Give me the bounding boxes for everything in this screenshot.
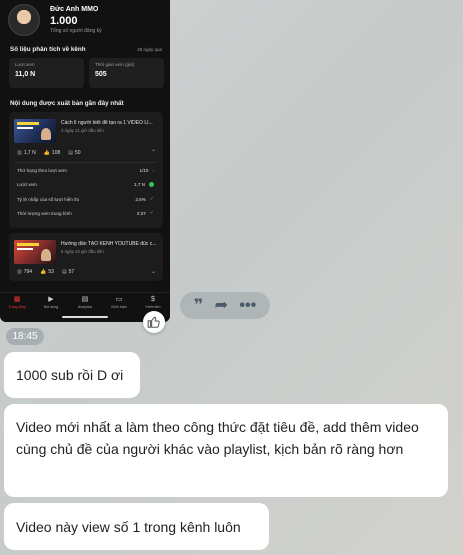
subscriber-count: 1.000 (50, 15, 78, 27)
message-timestamp: 18:45 (6, 328, 44, 345)
channel-avatar (8, 4, 40, 36)
video-stats: ▥ 794 👍 53 ▤ 57 (17, 269, 82, 275)
reaction-like-button[interactable] (143, 311, 165, 333)
forward-icon[interactable]: ➦ (215, 297, 228, 314)
nav-content[interactable]: ▶ Nội dung (35, 293, 68, 314)
views-icon: ▥ (17, 150, 22, 156)
status-dot-icon (149, 182, 154, 187)
dashboard-icon: ▦ (13, 296, 21, 303)
message-actions: ❞ ➦ ••• (180, 292, 270, 319)
thumbs-up-icon: 👍 (40, 269, 47, 275)
video-comments: 57 (68, 269, 75, 275)
metric-views: Lượt xem 1,7 N (17, 182, 154, 187)
analytics-period: 28 ngày qua (137, 47, 162, 52)
chevron-down-icon[interactable]: ⌄ (151, 268, 156, 275)
video-title: Cách lì người biết để tạo ra 1 VIDEO LI.… (61, 120, 153, 126)
metric-avg-duration: Thời lượng xem trung bình 2:37 ✓ (17, 210, 154, 216)
metric-ctr: Tỷ lệ nhấp của số lượt hiển thị 2,6% ✓ (17, 196, 154, 202)
channel-header: Đức Anh MMO 1.000 Tổng số người đăng ký (8, 4, 102, 36)
subscriber-label: Tổng số người đăng ký (50, 28, 102, 34)
watchtime-label: Thời gian xem (giờ) (95, 62, 135, 67)
views-icon: ▥ (17, 269, 22, 275)
video-card-1[interactable]: Cách lì người biết để tạo ra 1 VIDEO LI.… (9, 112, 163, 228)
video-thumbnail (14, 240, 56, 264)
shared-screenshot[interactable]: Đức Anh MMO 1.000 Tổng số người đăng ký … (0, 0, 170, 322)
watchtime-value: 505 (95, 71, 107, 78)
recent-content-title: Nội dung được xuất bản gần đây nhất (10, 100, 124, 107)
video-views: 794 (23, 269, 33, 275)
thumbs-up-icon (147, 316, 160, 328)
chevron-up-icon[interactable]: ⌃ (151, 149, 156, 156)
more-icon[interactable]: ••• (239, 297, 256, 314)
chat-message-1[interactable]: 1000 sub rồi D ơi (4, 352, 140, 398)
video-title: Hướng dẫn TẠO KÊNH YOUTUBE đúc c... (61, 241, 157, 247)
monetization-icon: $ (151, 296, 155, 303)
chat-message-2[interactable]: Video mới nhất a làm theo công thức đặt … (4, 404, 448, 497)
video-thumbnail (14, 119, 56, 143)
views-value: 11,0 N (15, 71, 36, 78)
nav-dashboard[interactable]: ▦ Trang tổng (1, 293, 34, 314)
check-icon: ✓ (149, 210, 154, 216)
nav-analytics[interactable]: ▤ Analytics (69, 293, 102, 314)
chevron-right-icon: › (152, 168, 154, 173)
comment-icon: ▤ (68, 150, 73, 156)
metric-rank[interactable]: Thứ hạng theo lượt xem 1/10 › (17, 168, 154, 173)
video-date: 6 ngày 22 giờ đầu tiên (61, 249, 104, 254)
views-card: Lượt xem 11,0 N (9, 58, 84, 88)
content-icon: ▶ (48, 296, 54, 303)
nav-comments[interactable]: ▭ Bình luận (103, 293, 136, 314)
thumbs-up-icon: 👍 (43, 150, 50, 156)
chat-message-3[interactable]: Video này view số 1 trong kênh luôn (4, 503, 269, 550)
video-views: 1,7 N (23, 150, 36, 156)
home-indicator (62, 316, 108, 318)
quote-icon[interactable]: ❞ (194, 297, 203, 314)
video-comments: 50 (75, 150, 81, 156)
video-stats: ▥ 1,7 N 👍 108 ▤ 50 (17, 150, 89, 156)
video-likes: 53 (48, 269, 54, 275)
video-date: 3 ngày 21 giờ đầu tiên (61, 128, 104, 133)
check-icon: ✓ (149, 196, 154, 202)
comment-icon: ▤ (61, 269, 67, 275)
views-label: Lượt xem (15, 62, 35, 67)
video-card-2[interactable]: Hướng dẫn TẠO KÊNH YOUTUBE đúc c... 6 ng… (9, 233, 163, 281)
analytics-icon: ▤ (81, 296, 89, 303)
watchtime-card: Thời gian xem (giờ) 505 (89, 58, 164, 88)
video-likes: 108 (51, 150, 61, 156)
comments-icon: ▭ (115, 296, 123, 303)
divider (15, 162, 157, 163)
bottom-nav: ▦ Trang tổng ▶ Nội dung ▤ Analytics ▭ Bì… (0, 292, 170, 314)
channel-name: Đức Anh MMO (50, 6, 99, 13)
analytics-title: Số liệu phân tích về kênh (10, 46, 86, 53)
